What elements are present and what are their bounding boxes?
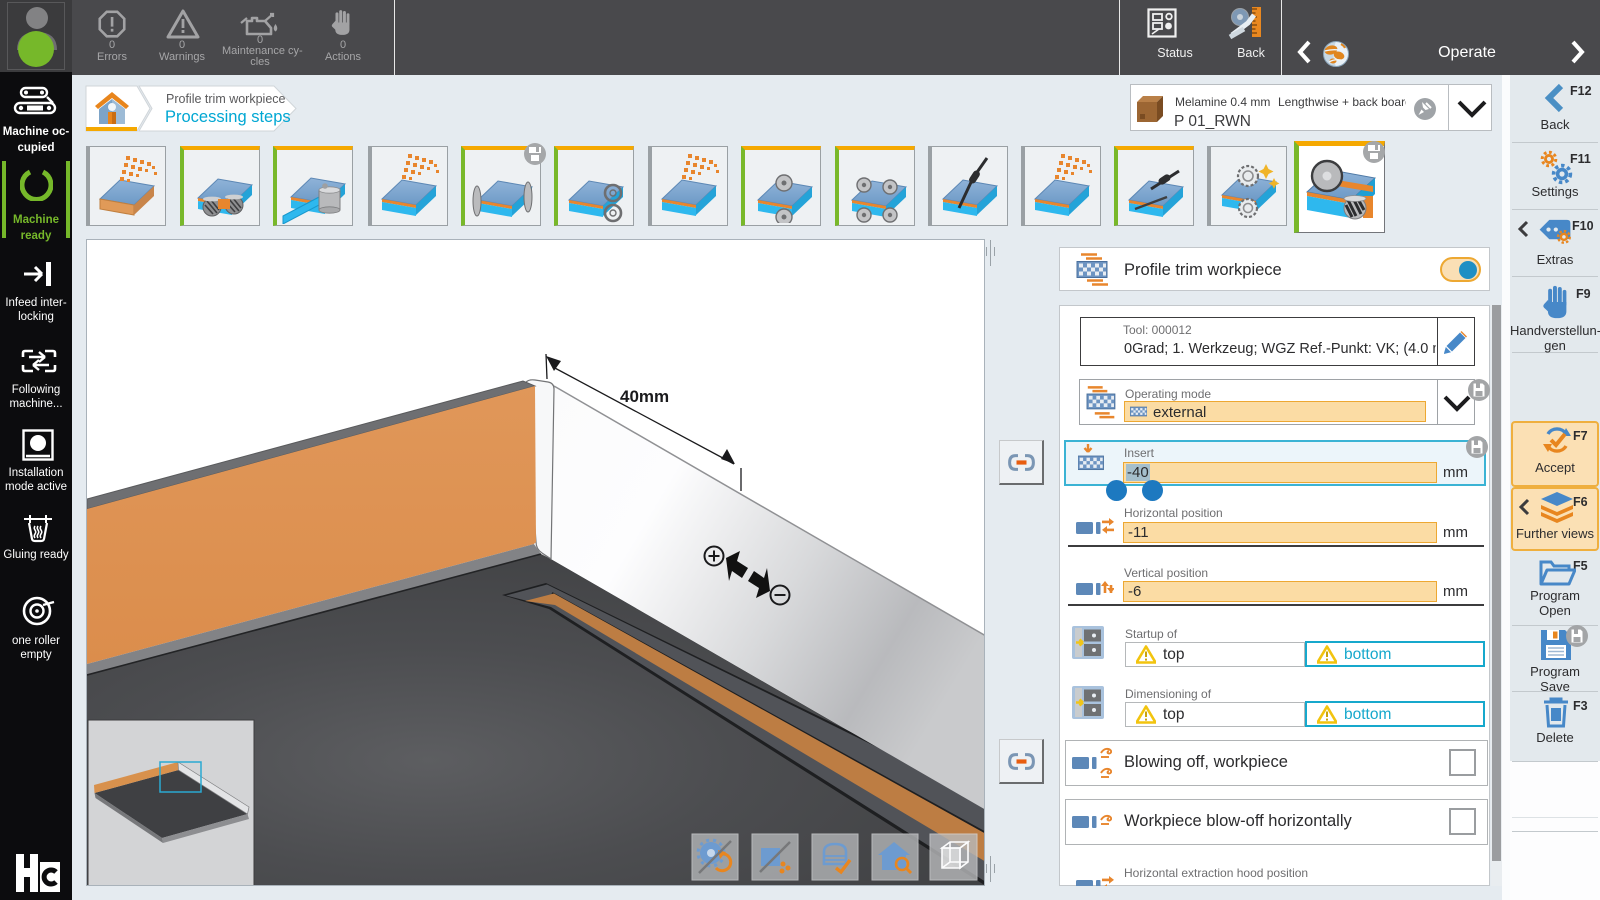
svg-text:40mm: 40mm (620, 387, 669, 406)
